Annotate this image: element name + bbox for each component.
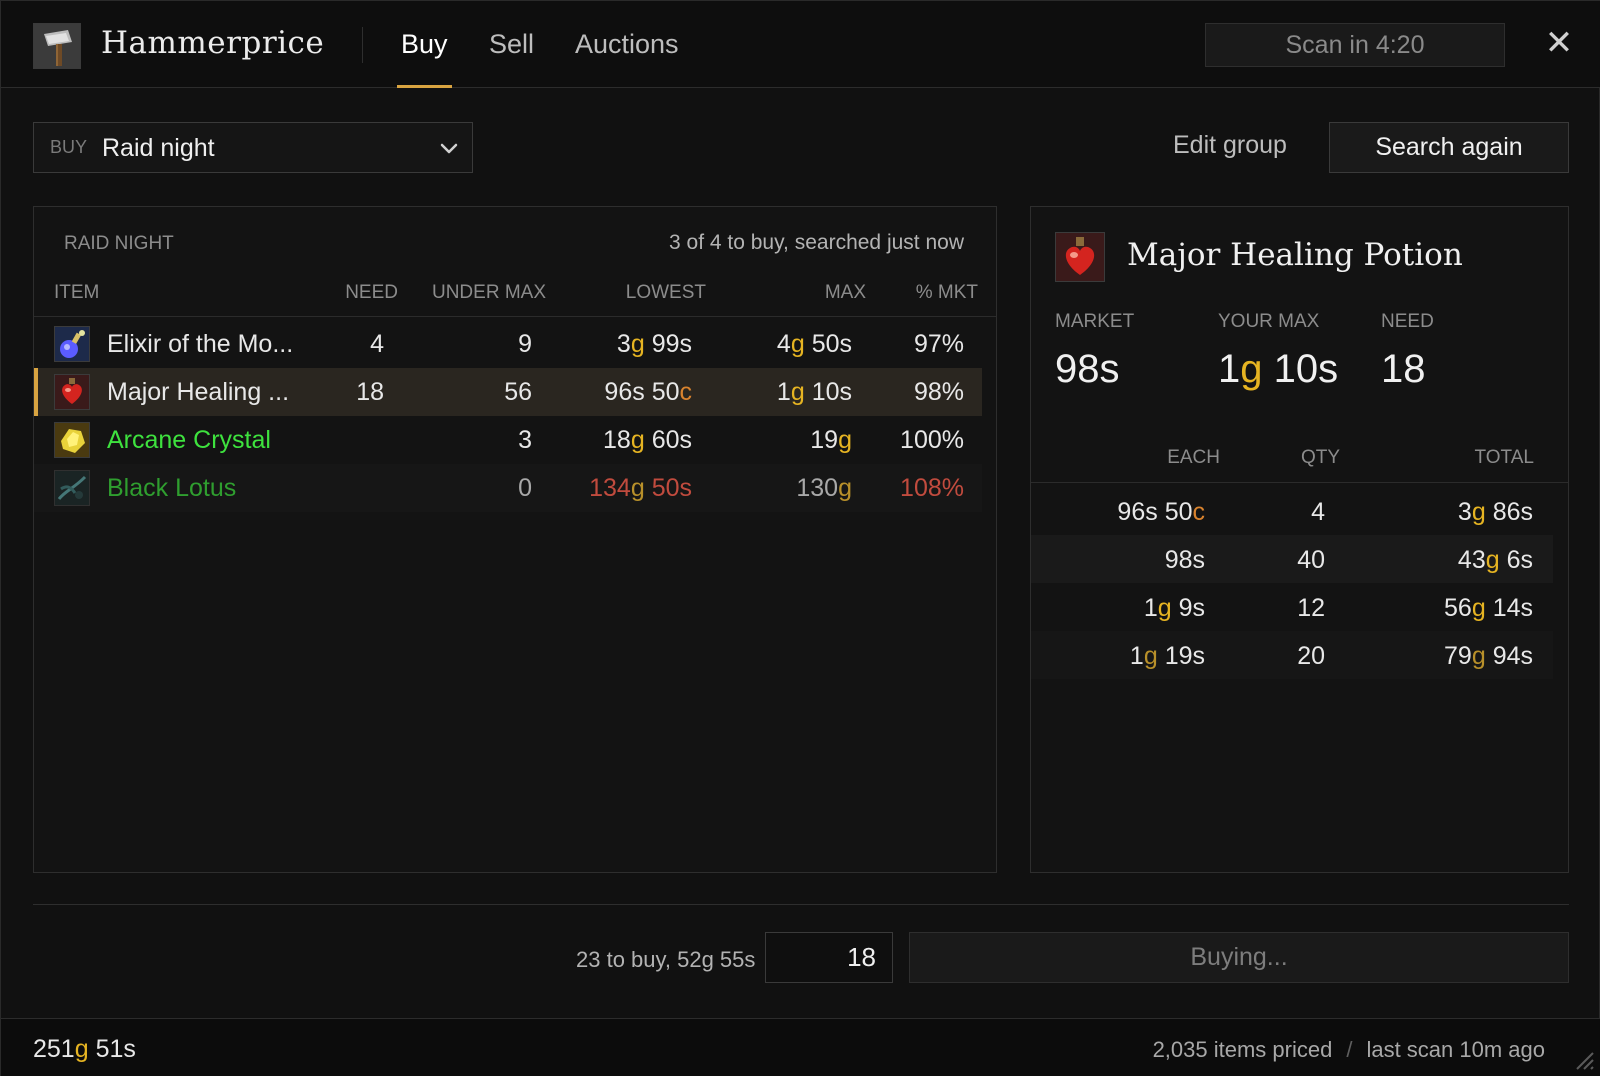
quantity-input[interactable] [765, 932, 893, 983]
col-each: EACH [1167, 447, 1220, 468]
tier-qty: 40 [1297, 546, 1325, 574]
table-row[interactable]: Elixir of the Mo... 4 9 3g 99s 4g 50s 97… [34, 320, 982, 368]
group-selected: Raid night [102, 134, 215, 162]
max-price: 19g [810, 426, 852, 454]
app-title: Hammerprice [101, 25, 325, 61]
col-need: NEED [345, 282, 398, 303]
pct-market: 97% [913, 330, 964, 358]
your-max-value: 1g 10s [1218, 347, 1339, 391]
item-name: Arcane Crystal [107, 426, 271, 454]
group-dropdown[interactable]: BUY Raid night [33, 122, 473, 173]
lowest-price: 134g 50s [589, 474, 692, 502]
price-tier-row[interactable]: 96s 50c 4 3g 86s [1031, 487, 1553, 535]
scan-info: 2,035 items priced / last scan 10m ago [1153, 1037, 1545, 1063]
each-price: 1g 9s [1143, 594, 1205, 622]
app-window: Hammerprice Buy Sell Auctions Scan in 4:… [0, 0, 1600, 1076]
col-pct-mkt: % MKT [915, 282, 978, 303]
shopping-list-panel: RAID NIGHT 3 of 4 to buy, searched just … [33, 206, 997, 873]
healing-potion-icon [54, 374, 90, 410]
items-priced: 2,035 items priced [1152, 1037, 1333, 1062]
each-price: 1g 19s [1129, 642, 1205, 670]
header-divider [34, 316, 996, 317]
black-lotus-icon [54, 470, 90, 506]
buy-tag: BUY [50, 137, 88, 157]
need-label: NEED [1381, 311, 1434, 332]
title-bar: Hammerprice Buy Sell Auctions Scan in 4:… [1, 1, 1600, 88]
under-max-value: 0 [518, 474, 532, 502]
table-row-selected[interactable]: Major Healing ... 18 56 96s 50c 1g 10s 9… [34, 368, 982, 416]
your-max-label: YOUR MAX [1218, 311, 1320, 332]
tier-qty: 20 [1297, 642, 1325, 670]
elixir-icon [54, 326, 90, 362]
healing-potion-icon [1055, 232, 1105, 282]
tier-total: 79g 94s [1444, 642, 1533, 670]
max-price: 4g 50s [776, 330, 852, 358]
col-lowest: LOWEST [625, 282, 706, 303]
item-name: Elixir of the Mo... [107, 330, 294, 358]
max-price: 1g 10s [776, 378, 852, 406]
tab-auctions[interactable]: Auctions [575, 29, 679, 88]
scan-timer: Scan in 4:20 [1205, 23, 1505, 67]
col-total: TOTAL [1474, 447, 1534, 468]
tier-total: 3g 86s [1457, 498, 1533, 526]
tab-sell[interactable]: Sell [489, 29, 534, 88]
each-price: 98s [1164, 546, 1205, 574]
col-max: MAX [824, 282, 866, 303]
table-row[interactable]: Arcane Crystal 3 18g 60s 19g 100% [34, 416, 982, 464]
item-name: Black Lotus [107, 474, 237, 502]
buy-summary: 23 to buy, 52g 55s [576, 947, 756, 972]
col-item: ITEM [54, 282, 100, 303]
status-separator: / [1346, 1037, 1353, 1062]
close-button[interactable]: ✕ [1541, 23, 1577, 63]
lowest-price: 18g 60s [603, 426, 692, 454]
col-qty: QTY [1300, 447, 1340, 468]
hammer-icon [33, 23, 81, 69]
market-label: MARKET [1055, 311, 1135, 332]
lowest-price: 96s 50c [604, 378, 692, 406]
lowest-price: 3g 99s [616, 330, 692, 358]
item-name: Major Healing ... [107, 378, 290, 406]
last-scan: last scan 10m ago [1366, 1037, 1545, 1062]
close-icon: ✕ [1544, 24, 1574, 62]
need-value: 18 [1381, 347, 1426, 391]
tier-qty: 12 [1297, 594, 1325, 622]
item-detail-panel: Major Healing Potion MARKET YOUR MAX NEE… [1030, 206, 1569, 873]
under-max-value: 9 [518, 330, 532, 358]
market-value: 98s [1055, 347, 1120, 391]
status-bar: 251g 51s 2,035 items priced / last scan 10… [1, 1018, 1600, 1076]
pct-market: 108% [900, 474, 964, 502]
search-again-button[interactable]: Search again [1329, 122, 1569, 173]
title-divider [362, 27, 363, 63]
price-tier-row[interactable]: 1g 19s 20 79g 94s [1031, 631, 1553, 679]
list-title: RAID NIGHT [64, 233, 174, 254]
under-max-value: 56 [504, 378, 532, 406]
tier-total: 56g 14s [1444, 594, 1533, 622]
under-max-value: 3 [518, 426, 532, 454]
need-value: 4 [370, 330, 384, 358]
tier-qty: 4 [1311, 498, 1325, 526]
detail-title: Major Healing Potion [1127, 237, 1463, 273]
footer-divider [33, 904, 1569, 905]
need-value: 18 [356, 378, 384, 406]
player-gold: 251g 51s [33, 1035, 136, 1063]
arcane-crystal-icon [54, 422, 90, 458]
pct-market: 100% [900, 426, 964, 454]
tab-buy[interactable]: Buy [397, 29, 452, 88]
edit-group-link[interactable]: Edit group [1173, 131, 1287, 160]
max-price: 130g [796, 474, 852, 502]
chevron-down-icon [440, 143, 458, 154]
price-tier-row[interactable]: 98s 40 43g 6s [1031, 535, 1553, 583]
buy-button[interactable]: Buying... [909, 932, 1569, 983]
tier-total: 43g 6s [1457, 546, 1533, 574]
price-tier-row[interactable]: 1g 9s 12 56g 14s [1031, 583, 1553, 631]
resize-grip-icon[interactable] [1571, 1047, 1595, 1071]
header-divider [1031, 482, 1568, 483]
table-row[interactable]: Black Lotus 0 134g 50s 130g 108% [34, 464, 982, 512]
list-status: 3 of 4 to buy, searched just now [669, 231, 964, 254]
col-under-max: UNDER MAX [431, 282, 546, 303]
pct-market: 98% [913, 378, 964, 406]
each-price: 96s 50c [1117, 498, 1205, 526]
